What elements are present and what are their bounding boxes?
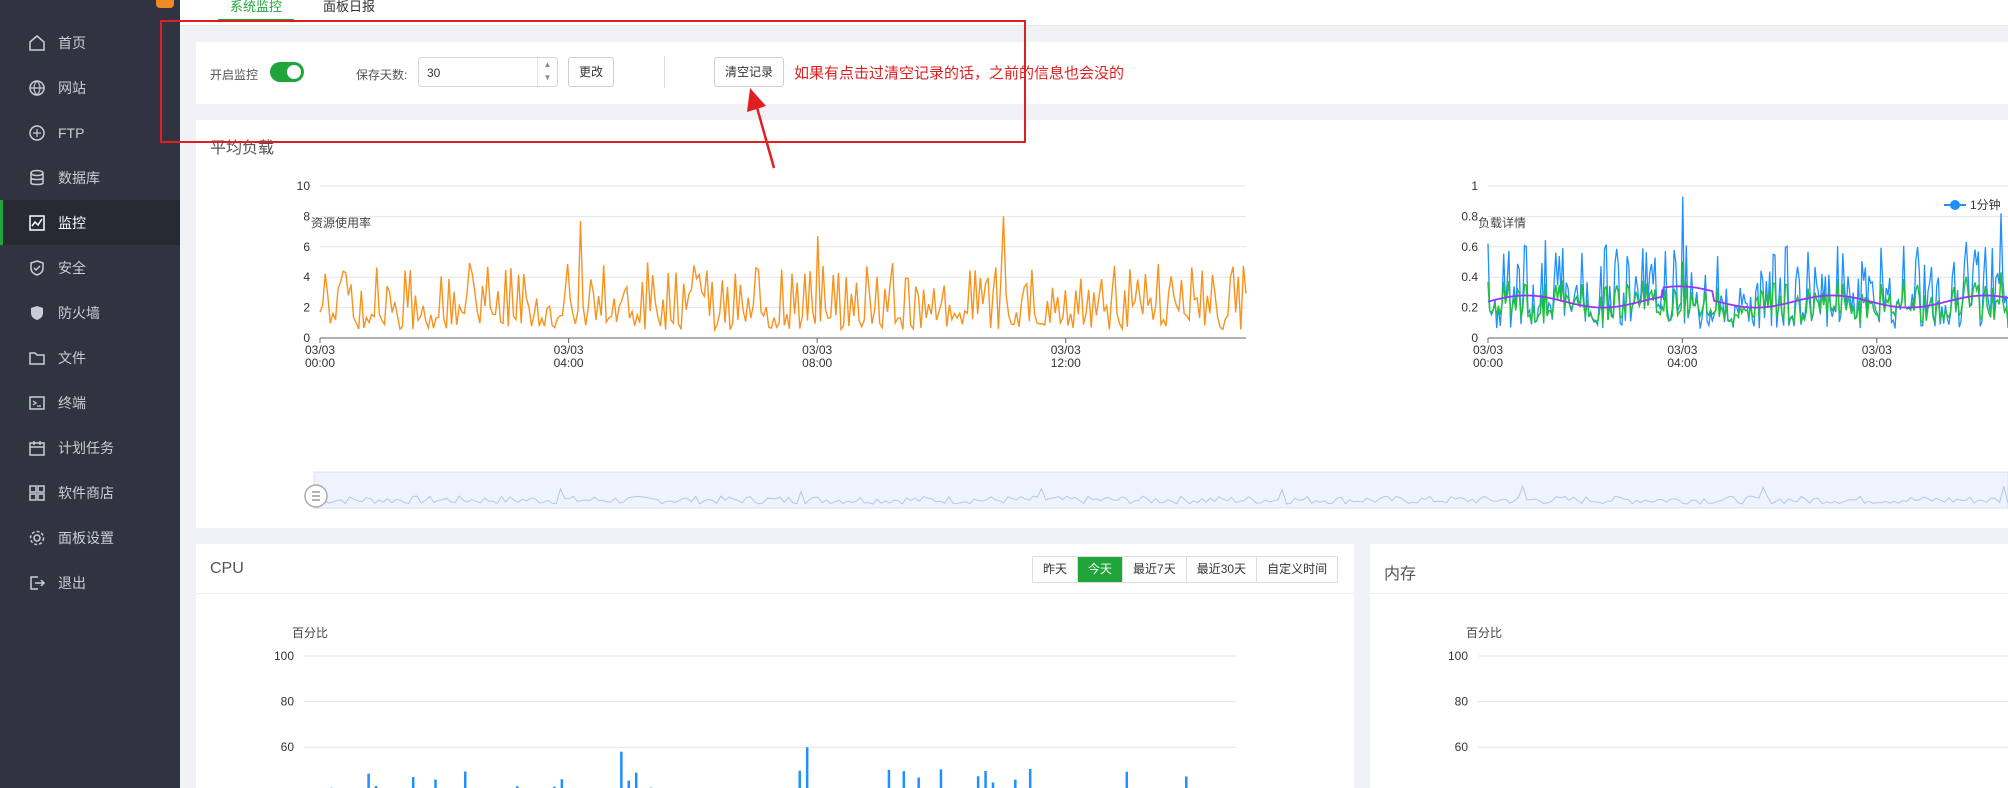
y-tick-label: 0.6 [1461, 240, 1478, 254]
sidebar-top [0, 0, 180, 20]
sidebar-item-label: 数据库 [58, 169, 100, 186]
x-tick-label: 12:00 [1051, 356, 1081, 370]
home-icon [28, 34, 46, 52]
x-tick-label: 04:00 [1667, 356, 1697, 370]
sidebar-item-label: FTP [58, 124, 85, 141]
x-tick-label: 04:00 [554, 356, 584, 370]
memory-chart-svg: 406080100 [1448, 649, 2008, 788]
average-load-panel: 平均负载 1分钟 资源使用率 负载详情 0 2 4 6 8 10 03/03 00:00 03/… [196, 120, 2008, 528]
notification-badge[interactable] [156, 0, 174, 8]
sidebar-item[interactable]: 防火墙 [0, 290, 180, 335]
sidebar-item-label: 退出 [58, 574, 86, 591]
y-tick-label: 10 [297, 179, 311, 193]
x-tick-label: 08:00 [1862, 356, 1892, 370]
y-tick-label: 0.4 [1461, 270, 1478, 284]
x-tick-label: 00:00 [305, 356, 335, 370]
cpu-chart-svg: 406080100 [274, 649, 1236, 788]
y-tick-label: 4 [303, 270, 310, 284]
sidebar-item-label: 监控 [58, 214, 86, 231]
sidebar-item-label: 网站 [58, 79, 86, 96]
sidebar-item[interactable]: 监控 [0, 200, 180, 245]
cpu-panel: CPU 昨天今天最近7天最近30天自定义时间 百分比 406080100 [196, 544, 1354, 788]
sidebar-item[interactable]: 面板设置 [0, 515, 180, 560]
globe-icon [28, 79, 46, 97]
tab-panel-daily[interactable]: 面板日报 [323, 0, 375, 15]
database-icon [28, 169, 46, 187]
y-tick-label: 6 [303, 240, 310, 254]
y-tick-label: 100 [274, 649, 294, 663]
logout-icon [28, 574, 46, 592]
ftp-icon [28, 124, 46, 142]
sidebar-item-label: 面板设置 [58, 529, 114, 546]
x-tick-label: 08:00 [802, 356, 832, 370]
y-tick-label: 80 [281, 695, 295, 709]
x-tick-label: 03/03 [305, 343, 335, 357]
sidebar-item-label: 文件 [58, 349, 86, 366]
tab-system-monitor[interactable]: 系统监控 [218, 0, 295, 21]
firewall-icon [28, 304, 46, 322]
gear-icon [28, 529, 46, 547]
x-tick-label: 03/03 [1862, 343, 1892, 357]
sidebar-item[interactable]: 软件商店 [0, 470, 180, 515]
y-tick-label: 60 [281, 740, 295, 754]
y-tick-label: 100 [1448, 649, 1468, 663]
sidebar-item[interactable]: 网站 [0, 65, 180, 110]
x-tick-label: 00:00 [1473, 356, 1503, 370]
series-line [319, 216, 1247, 333]
x-tick-label: 03/03 [802, 343, 832, 357]
sidebar-item-label: 终端 [58, 394, 86, 411]
sidebar-item-label: 软件商店 [58, 484, 114, 501]
terminal-icon [28, 394, 46, 412]
y-tick-label: 80 [1455, 695, 1469, 709]
apps-icon [28, 484, 46, 502]
load-charts-svg: 024681003/0300:0003/0304:0003/0308:0003/… [297, 179, 2008, 509]
folder-icon [28, 349, 46, 367]
sidebar-item[interactable]: 数据库 [0, 155, 180, 200]
sidebar-item[interactable]: 安全 [0, 245, 180, 290]
monitor-icon [28, 214, 46, 232]
y-tick-label: 0.8 [1461, 209, 1478, 223]
y-tick-label: 0.2 [1461, 301, 1478, 315]
sidebar: 首页网站 FTP 数据库监控安全防火墙文件终端计划任务软件商店面板设置退出 [0, 0, 180, 788]
sidebar-item[interactable]: 退出 [0, 560, 180, 605]
shield-icon [28, 259, 46, 277]
sidebar-item[interactable]: 文件 [0, 335, 180, 380]
y-tick-label: 8 [303, 209, 310, 223]
sidebar-item[interactable]: 终端 [0, 380, 180, 425]
y-tick-label: 2 [303, 301, 310, 315]
sidebar-item-label: 防火墙 [58, 304, 100, 321]
x-tick-label: 03/03 [554, 343, 584, 357]
x-tick-label: 03/03 [1051, 343, 1081, 357]
x-tick-label: 03/03 [1473, 343, 1503, 357]
sidebar-item-label: 首页 [58, 34, 86, 51]
x-tick-label: 03/03 [1667, 343, 1697, 357]
sidebar-item[interactable]: 首页 [0, 20, 180, 65]
memory-panel: 内存 百分比 406080100 [1370, 544, 2008, 788]
y-tick-label: 60 [1455, 740, 1469, 754]
calendar-icon [28, 439, 46, 457]
sidebar-item[interactable]: 计划任务 [0, 425, 180, 470]
y-tick-label: 1 [1471, 179, 1478, 193]
sidebar-item-label: 安全 [58, 259, 86, 276]
annotation-box [160, 20, 1026, 143]
sidebar-item-label: 计划任务 [58, 439, 114, 456]
sidebar-item[interactable]: FTP [0, 110, 180, 155]
